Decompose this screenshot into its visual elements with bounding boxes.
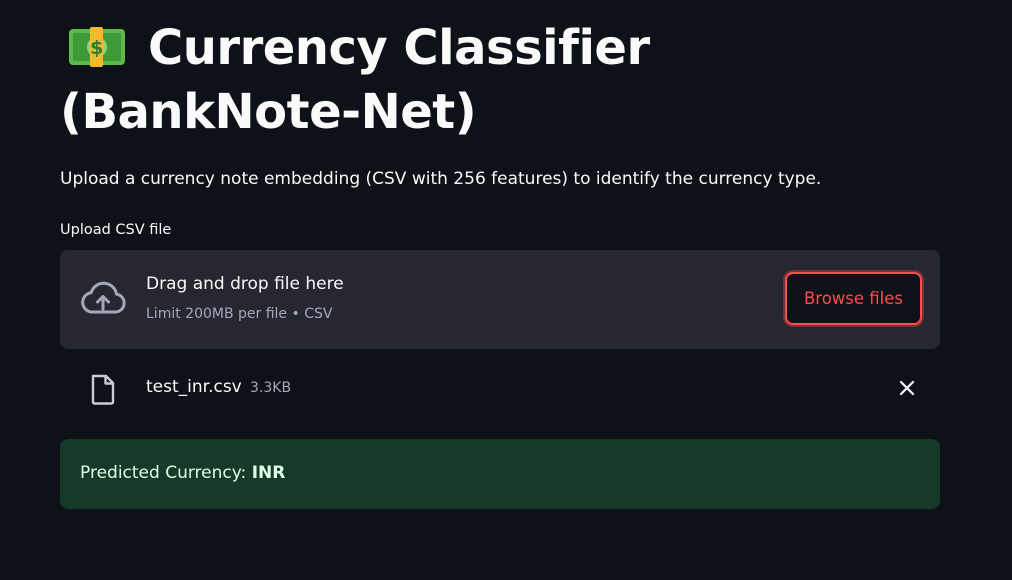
uploaded-file-row: test_inr.csv 3.3KB — [60, 366, 940, 410]
dropzone-text: Drag and drop file here Limit 200MB per … — [146, 272, 344, 324]
dropzone-limit: Limit 200MB per file • CSV — [146, 306, 333, 322]
prediction-value: INR — [251, 463, 286, 483]
page-title: $ Currency Classifier (BankNote-Net) — [60, 16, 940, 144]
page-title-text: Currency Classifier (BankNote-Net) — [60, 20, 650, 140]
file-dropzone[interactable]: Drag and drop file here Limit 200MB per … — [60, 250, 940, 349]
browse-files-button[interactable]: Browse files — [785, 272, 922, 325]
cloud-upload-icon — [79, 280, 127, 320]
prediction-result-alert: Predicted Currency: INR — [60, 439, 940, 509]
file-icon — [90, 374, 116, 405]
prediction-label: Predicted Currency: — [80, 463, 252, 483]
dollar-banknote-icon: $ — [68, 20, 126, 67]
close-icon[interactable] — [896, 377, 918, 399]
uploaded-file-name: test_inr.csv — [146, 377, 242, 397]
page: $ Currency Classifier (BankNote-Net) Upl… — [0, 0, 1012, 580]
dropzone-title: Drag and drop file here — [146, 274, 344, 294]
prediction-result-text: Predicted Currency: INR — [80, 461, 285, 485]
svg-text:$: $ — [90, 37, 103, 59]
uploaded-file-size: 3.3KB — [250, 380, 292, 396]
page-description: Upload a currency note embedding (CSV wi… — [60, 169, 822, 189]
upload-label: Upload CSV file — [60, 222, 172, 238]
